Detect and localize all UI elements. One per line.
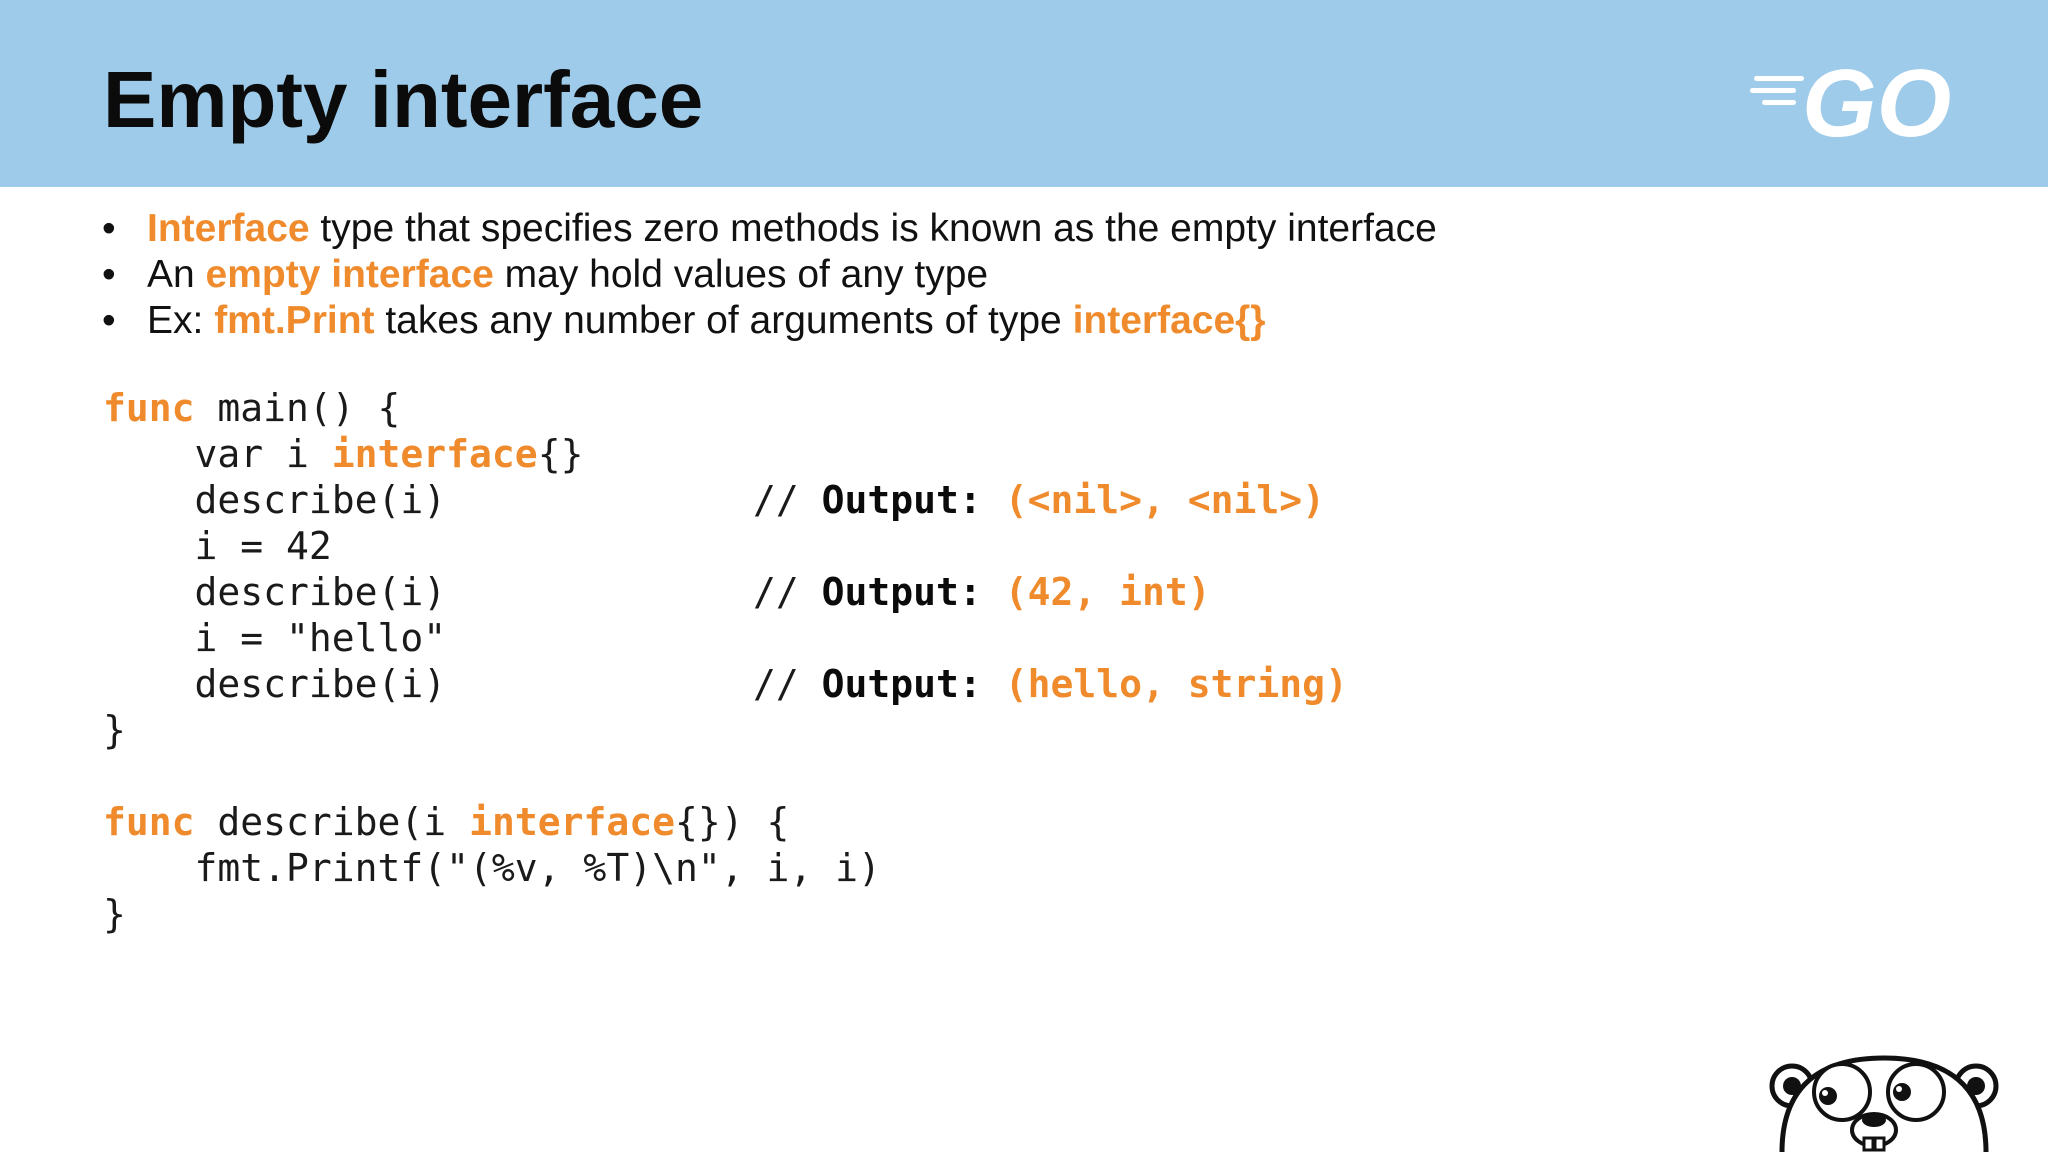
bullet-item: Ex: fmt.Print takes any number of argume… — [102, 298, 1437, 344]
go-logo-icon: GO — [1750, 58, 1951, 148]
highlight-text: Interface — [147, 207, 310, 250]
code-line: func main() { — [103, 386, 401, 430]
code-line: describe(i)// Output: (42, int) — [103, 570, 1211, 614]
output-comment: // Output: (<nil>, <nil>) — [753, 478, 1325, 522]
code-line: } — [103, 708, 126, 752]
slide-header: Empty interface GO — [0, 0, 2048, 187]
code-line: describe(i)// Output: (<nil>, <nil>) — [103, 478, 1325, 522]
bullet-list: Interface type that specifies zero metho… — [102, 206, 1437, 344]
code-line: } — [103, 892, 126, 936]
bullet-item: An empty interface may hold values of an… — [102, 252, 1437, 298]
output-comment: // Output: (hello, string) — [753, 662, 1348, 706]
code-line: func describe(i interface{}) { — [103, 800, 790, 844]
highlight-text: interface{} — [1072, 299, 1266, 342]
output-comment: // Output: (42, int) — [753, 570, 1211, 614]
code-line: describe(i)// Output: (hello, string) — [103, 662, 1348, 706]
code-line: fmt.Printf("(%v, %T)\n", i, i) — [103, 846, 881, 890]
gopher-mascot-icon — [1769, 1055, 1999, 1152]
slide-title: Empty interface — [103, 55, 704, 144]
highlight-text: empty interface — [205, 253, 494, 296]
code-line: i = "hello" — [103, 616, 447, 660]
highlight-text: fmt.Print — [214, 299, 375, 342]
code-line: var i interface{} — [103, 432, 584, 476]
code-line: i = 42 — [103, 524, 332, 568]
bullet-item: Interface type that specifies zero metho… — [102, 206, 1437, 252]
svg-text:GO: GO — [1802, 58, 1951, 148]
code-block: func main() { var i interface{} describe… — [103, 385, 1348, 937]
